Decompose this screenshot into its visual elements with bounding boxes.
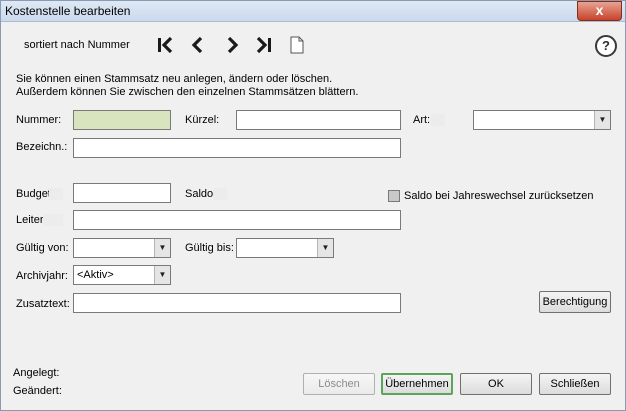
bezeichn-label: Bezeichn.: — [16, 141, 68, 153]
info-line-2: Außerdem können Sie zwischen den einzeln… — [16, 86, 359, 98]
previous-record-icon[interactable] — [189, 36, 207, 54]
art-label-hint — [431, 114, 445, 126]
first-record-icon[interactable] — [156, 36, 174, 54]
archivjahr-select[interactable]: <Aktiv> ▼ — [73, 265, 171, 285]
ok-button[interactable]: OK — [460, 373, 532, 395]
last-record-icon[interactable] — [255, 36, 273, 54]
leiter-label: Leiter: — [16, 214, 47, 226]
chevron-down-icon[interactable]: ▼ — [154, 266, 170, 284]
saldo-reset-checkbox[interactable] — [388, 190, 400, 202]
kuerzel-input[interactable] — [236, 110, 401, 130]
new-record-icon[interactable] — [289, 36, 305, 54]
chevron-down-icon[interactable]: ▼ — [317, 239, 333, 257]
schliessen-button[interactable]: Schließen — [539, 373, 611, 395]
angelegt-label: Angelegt: — [13, 367, 60, 379]
archivjahr-value: <Aktiv> — [77, 269, 114, 281]
gueltig-bis-label: Gültig bis: — [185, 242, 234, 254]
kuerzel-label: Kürzel: — [185, 114, 220, 126]
gueltig-bis-date[interactable]: ▼ — [236, 238, 334, 258]
leiter-label-hint — [43, 214, 63, 226]
budget-label-hint — [49, 188, 63, 200]
budget-input[interactable] — [73, 183, 171, 203]
saldo-reset-label[interactable]: Saldo bei Jahreswechsel zurücksetzen — [404, 190, 594, 202]
art-label: Art: — [413, 114, 431, 126]
leiter-input[interactable] — [73, 210, 401, 230]
dialog-window: Kostenstelle bearbeiten x sortiert nach … — [0, 0, 626, 411]
close-button[interactable]: x — [577, 1, 622, 21]
archivjahr-label: Archivjahr: — [16, 270, 68, 282]
berechtigung-button[interactable]: Berechtigung — [539, 291, 611, 313]
geaendert-label: Geändert: — [13, 385, 62, 397]
saldo-label: Saldo: — [185, 188, 217, 200]
help-icon-glyph: ? — [602, 38, 610, 53]
chevron-down-icon[interactable]: ▼ — [594, 111, 610, 129]
loeschen-button[interactable]: Löschen — [303, 373, 375, 395]
close-icon: x — [595, 2, 604, 18]
nummer-label: Nummer: — [16, 114, 62, 126]
help-icon[interactable]: ? — [595, 35, 617, 57]
nummer-input[interactable] — [73, 110, 171, 130]
info-line-1: Sie können einen Stammsatz neu anlegen, … — [16, 73, 333, 85]
art-select[interactable]: ▼ — [473, 110, 611, 130]
next-record-icon[interactable] — [223, 36, 241, 54]
chevron-down-icon[interactable]: ▼ — [154, 239, 170, 257]
zusatztext-input[interactable] — [73, 293, 401, 313]
uebernehmen-button[interactable]: Übernehmen — [381, 373, 453, 395]
sort-label: sortiert nach Nummer — [24, 39, 130, 51]
gueltig-von-date[interactable]: ▼ — [73, 238, 171, 258]
zusatztext-label: Zusatztext: — [16, 298, 70, 310]
dialog-content: sortiert nach Nummer ? Sie können einen … — [1, 22, 625, 410]
window-title: Kostenstelle bearbeiten — [5, 4, 131, 18]
bezeichn-input[interactable] — [73, 138, 401, 158]
gueltig-von-label: Gültig von: — [16, 242, 69, 254]
title-bar[interactable]: Kostenstelle bearbeiten x — [1, 1, 625, 22]
saldo-label-hint — [213, 188, 227, 200]
